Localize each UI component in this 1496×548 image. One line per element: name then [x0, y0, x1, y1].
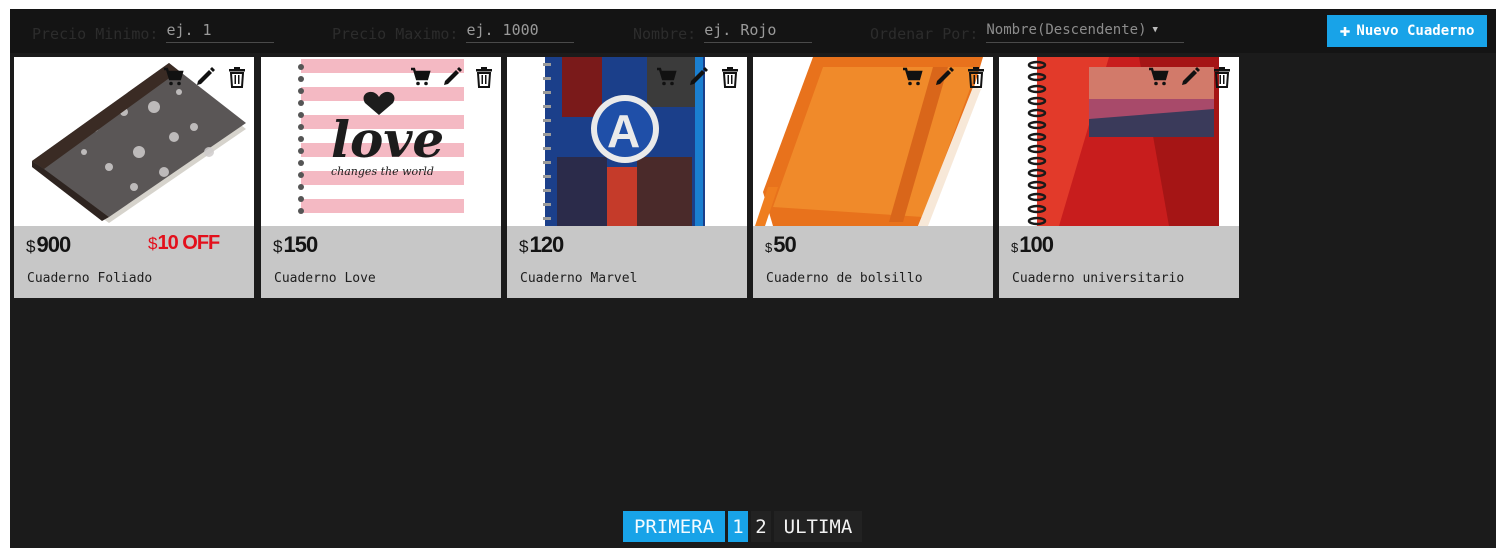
- name-input[interactable]: ej. Rojo: [704, 21, 813, 43]
- pagination-page-2[interactable]: 2: [751, 511, 771, 542]
- product-price: $100: [1011, 232, 1054, 257]
- card-actions: [162, 66, 248, 88]
- sort-select-value: Nombre(Descendente): [986, 22, 1147, 38]
- min-price-input[interactable]: ej. 1: [166, 21, 275, 43]
- card-actions: [901, 66, 987, 88]
- trash-icon[interactable]: [473, 66, 495, 88]
- name-label: Nombre:: [633, 25, 697, 43]
- card-actions: [655, 66, 741, 88]
- plus-icon: ✚: [1339, 20, 1351, 41]
- product-card[interactable]: A $120 Cuaderno Marvel: [507, 57, 747, 298]
- max-price-label: Precio Maximo:: [332, 25, 459, 43]
- product-name: Cuaderno de bolsillo: [766, 271, 923, 286]
- product-card[interactable]: $100 Cuaderno universitario: [999, 57, 1239, 298]
- min-price-label: Precio Minimo:: [32, 25, 159, 43]
- product-card[interactable]: $50 Cuaderno de bolsillo: [753, 57, 993, 298]
- filter-bar: Precio Minimo: ej. 1 Precio Maximo: ej. …: [10, 9, 1496, 53]
- pagination: PRIMERA 1 2 ULTIMA: [623, 511, 862, 542]
- product-name: Cuaderno Foliado: [27, 271, 153, 286]
- max-price-input[interactable]: ej. 1000: [466, 21, 575, 43]
- pagination-last[interactable]: ULTIMA: [774, 511, 862, 542]
- trash-icon[interactable]: [226, 66, 248, 88]
- edit-icon[interactable]: [687, 66, 709, 88]
- svg-text:love: love: [331, 110, 444, 169]
- edit-icon[interactable]: [194, 66, 216, 88]
- edit-icon[interactable]: [933, 66, 955, 88]
- cart-icon[interactable]: [162, 66, 184, 88]
- trash-icon[interactable]: [1211, 66, 1233, 88]
- edit-icon[interactable]: [441, 66, 463, 88]
- pagination-page-1[interactable]: 1: [728, 511, 748, 542]
- product-price: $900: [26, 232, 71, 257]
- svg-text:A: A: [607, 105, 640, 157]
- card-actions: [1147, 66, 1233, 88]
- product-card[interactable]: $900 $10 OFF Cuaderno Foliado: [14, 57, 254, 298]
- trash-icon[interactable]: [965, 66, 987, 88]
- product-card[interactable]: love changes the world $150 Cuaderno Lov…: [261, 57, 501, 298]
- name-filter: Nombre: ej. Rojo: [633, 21, 813, 43]
- product-price: $50: [765, 232, 797, 257]
- sort-select[interactable]: Nombre(Descendente) ▼: [986, 21, 1185, 43]
- new-notebook-button[interactable]: ✚ Nuevo Cuaderno: [1327, 15, 1487, 47]
- edit-icon[interactable]: [1179, 66, 1201, 88]
- sort-filter: Ordenar Por: Nombre(Descendente) ▼: [870, 21, 1185, 43]
- product-name: Cuaderno Marvel: [520, 271, 638, 286]
- sort-label: Ordenar Por:: [870, 25, 979, 43]
- new-notebook-label: Nuevo Cuaderno: [1356, 23, 1475, 39]
- trash-icon[interactable]: [719, 66, 741, 88]
- svg-text:changes the world: changes the world: [331, 165, 434, 178]
- cart-icon[interactable]: [1147, 66, 1169, 88]
- product-name: Cuaderno universitario: [1012, 271, 1185, 286]
- min-price-filter: Precio Minimo: ej. 1: [32, 21, 275, 43]
- max-price-filter: Precio Maximo: ej. 1000: [332, 21, 575, 43]
- card-actions: [409, 66, 495, 88]
- cart-icon[interactable]: [409, 66, 431, 88]
- caret-down-icon: ▼: [1152, 25, 1158, 35]
- cart-icon[interactable]: [901, 66, 923, 88]
- product-price: $120: [519, 232, 564, 257]
- discount-badge: $10 OFF: [148, 232, 220, 254]
- pagination-first[interactable]: PRIMERA: [623, 511, 725, 542]
- cart-icon[interactable]: [655, 66, 677, 88]
- product-price: $150: [273, 232, 318, 257]
- app-window: Precio Minimo: ej. 1 Precio Maximo: ej. …: [10, 9, 1496, 548]
- product-name: Cuaderno Love: [274, 271, 376, 286]
